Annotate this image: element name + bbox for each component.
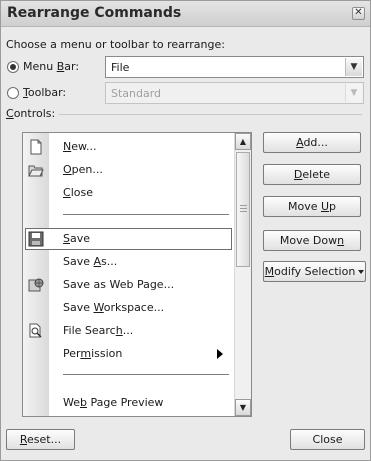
dropdown-caret-icon (358, 270, 365, 274)
list-item-label: Close (63, 186, 93, 199)
toolbar-radio[interactable] (7, 87, 19, 99)
thumb-grip (240, 211, 247, 212)
new-document-icon (28, 139, 44, 155)
list-item[interactable]: File Search... (23, 320, 234, 342)
choose-menu-label: Choose a menu or toolbar to rearrange: (6, 38, 225, 51)
selection-highlight (25, 228, 232, 250)
menubar-select[interactable]: File ▼ (105, 56, 364, 78)
close-button[interactable]: Close (290, 429, 365, 450)
list-item-label: File Search... (63, 324, 134, 337)
list-item-selected[interactable]: Save (23, 228, 234, 250)
dialog-title: Rearrange Commands (7, 5, 182, 21)
vertical-scrollbar[interactable]: ▲ ▼ (234, 133, 251, 416)
list-item-label: Open... (63, 163, 103, 176)
submenu-arrow-icon (217, 349, 223, 359)
list-item[interactable]: Close (23, 182, 234, 204)
controls-label: Controls: (6, 107, 56, 120)
list-item[interactable]: Save As... (23, 251, 234, 273)
toolbar-select-value: Standard (111, 87, 162, 100)
move-up-button[interactable]: Move Up (263, 196, 361, 217)
list-item-label: Web Page Preview (63, 396, 164, 409)
list-item-label: Save Workspace... (63, 301, 165, 314)
close-icon[interactable]: ✕ (352, 7, 365, 20)
list-separator (63, 374, 229, 375)
chevron-down-icon[interactable]: ▼ (345, 58, 362, 76)
list-item-label: New... (63, 140, 97, 153)
file-search-icon (28, 323, 44, 339)
save-disk-icon (28, 231, 44, 247)
list-item-label: Permission (63, 347, 123, 360)
scroll-thumb[interactable] (236, 152, 250, 267)
list-item[interactable]: Save Workspace... (23, 297, 234, 319)
menubar-select-value: File (111, 61, 130, 74)
web-page-icon (28, 277, 44, 293)
toolbar-select[interactable]: Standard ▼ (105, 82, 364, 104)
scroll-down-icon[interactable]: ▼ (235, 399, 251, 416)
menubar-radio[interactable] (7, 61, 19, 73)
reset-button[interactable]: Reset... (6, 429, 75, 450)
controls-group-divider (59, 114, 362, 115)
list-item[interactable]: Save as Web Page... (23, 274, 234, 296)
title-bar: Rearrange Commands ✕ (1, 1, 370, 27)
toolbar-label: Toolbar: (23, 86, 67, 99)
delete-button[interactable]: Delete (263, 164, 361, 185)
list-item[interactable]: New... (23, 136, 234, 158)
add-button[interactable]: Add... (263, 132, 361, 153)
controls-listbox[interactable]: New... Open... Close Save Save As... Sav… (22, 132, 252, 417)
menubar-label: Menu Bar: (23, 60, 80, 73)
scroll-up-icon[interactable]: ▲ (235, 133, 251, 150)
move-down-button[interactable]: Move Down (263, 230, 361, 251)
list-item-label: Save As... (63, 255, 118, 268)
list-item-label: Save (63, 232, 91, 245)
thumb-grip (240, 208, 247, 209)
list-item[interactable]: Permission (23, 343, 234, 365)
list-item-label: Save as Web Page... (63, 278, 175, 291)
rearrange-commands-dialog: Rearrange Commands ✕ Choose a menu or to… (0, 0, 371, 461)
modify-selection-button[interactable]: Modify Selection (263, 261, 366, 282)
thumb-grip (240, 205, 247, 206)
list-item[interactable]: Open... (23, 159, 234, 181)
list-item[interactable]: Web Page Preview (23, 392, 234, 414)
open-folder-icon (28, 162, 44, 178)
list-separator (63, 214, 229, 215)
chevron-down-icon[interactable]: ▼ (345, 84, 362, 102)
